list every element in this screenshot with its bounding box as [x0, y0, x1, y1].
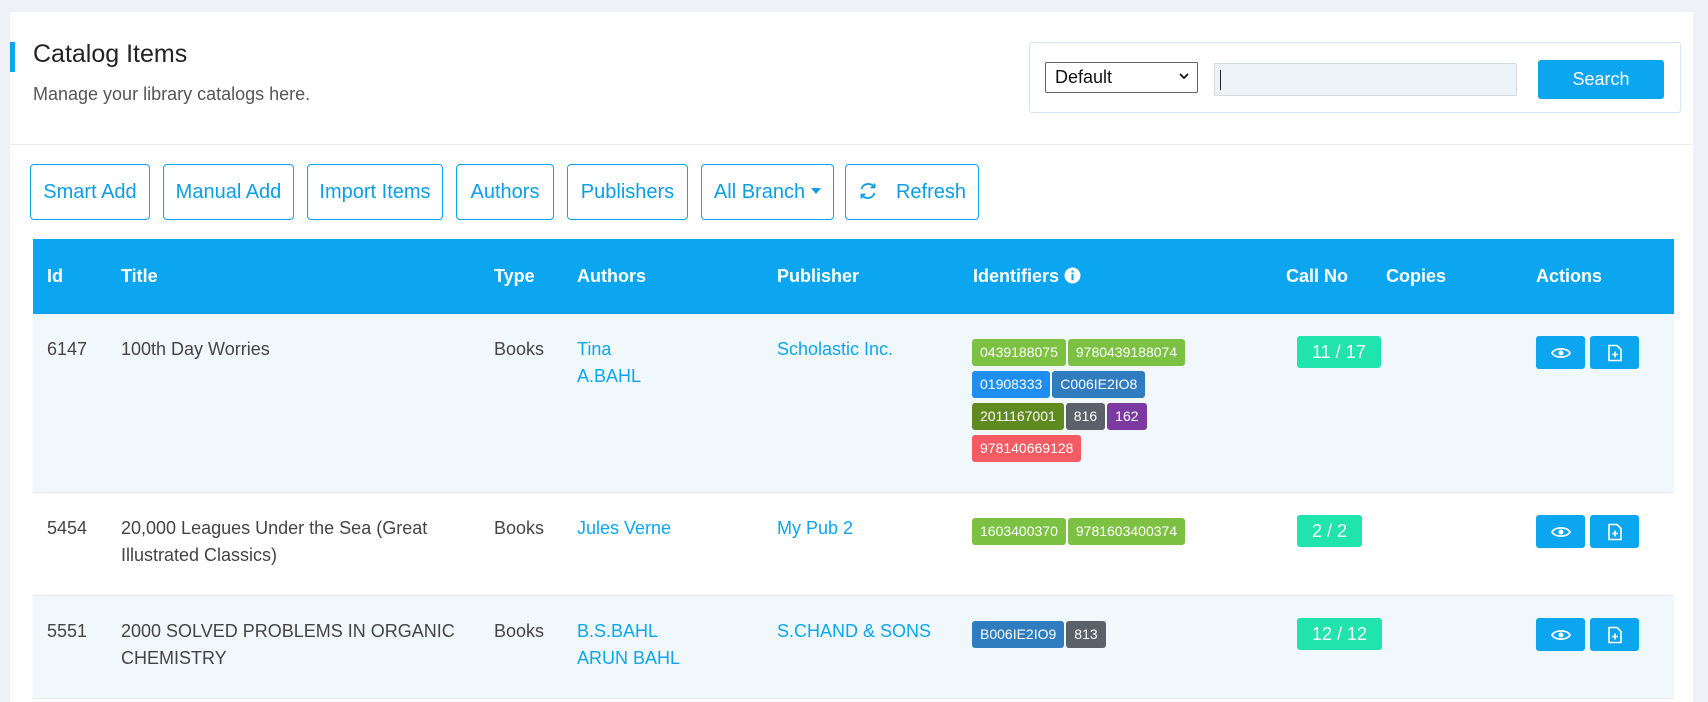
identifier-badge: 0439188075 — [972, 339, 1066, 366]
manual-add-label: Manual Add — [175, 181, 282, 203]
author-link[interactable]: A.BAHL — [577, 363, 641, 390]
identifier-badge: 9781603400374 — [1067, 518, 1186, 545]
identifier-badge: C006IE2IO8 — [1052, 371, 1146, 398]
copies-badge: 11 / 17 — [1297, 336, 1381, 368]
author-link[interactable]: B.S.BAHL — [577, 618, 680, 645]
col-type[interactable]: Type — [494, 239, 535, 314]
page-subtitle: Manage your library catalogs here. — [33, 84, 311, 104]
table-header: Id Title Type Authors Publisher Identifi… — [33, 239, 1674, 314]
file-plus-icon — [1607, 344, 1622, 361]
manual-add-button[interactable]: Manual Add — [163, 164, 294, 220]
refresh-label: Refresh — [895, 181, 967, 203]
search-button[interactable]: Search — [1538, 60, 1664, 99]
row-title-line: 100th Day Worries — [121, 339, 270, 359]
row-title[interactable]: 20,000 Leagues Under the Sea (Great Illu… — [121, 515, 427, 569]
row-authors: Tina A.BAHL — [577, 336, 641, 390]
import-items-label: Import Items — [319, 181, 431, 203]
all-branch-label: All Branch — [713, 181, 806, 203]
row-authors: B.S.BAHL ARUN BAHL — [577, 618, 680, 672]
publishers-button[interactable]: Publishers — [567, 164, 688, 220]
publishers-label: Publishers — [580, 181, 675, 203]
page-header: Catalog Items Manage your library catalo… — [10, 12, 1693, 145]
copies-badge: 2 / 2 — [1297, 515, 1363, 547]
identifier-badge: B006IE2IO9 — [972, 621, 1065, 648]
add-copy-button[interactable] — [1590, 618, 1639, 651]
row-id: 5454 — [47, 518, 88, 538]
text-cursor — [1220, 70, 1221, 90]
identifier-badge: 162 — [1107, 403, 1147, 430]
identifier-badges: 0439188075 9780439188074 01908333 C006IE2I… — [972, 339, 1232, 467]
author-link[interactable]: Jules Verne — [577, 515, 671, 542]
row-title-line: CHEMISTRY — [121, 648, 227, 668]
identifier-badge: 978140669128 — [972, 435, 1082, 462]
identifier-badge: 2011167001 — [972, 403, 1064, 430]
publisher-link[interactable]: S.CHAND & SONS — [777, 618, 931, 645]
table-row: 6147 100th Day Worries Books Tina A.BAHL… — [33, 314, 1674, 493]
view-button[interactable] — [1536, 515, 1585, 548]
add-copy-button[interactable] — [1590, 515, 1639, 548]
search-input[interactable] — [1214, 63, 1517, 96]
row-id: 6147 — [47, 339, 88, 359]
copies-badge: 12 / 12 — [1297, 618, 1383, 650]
col-call-no[interactable]: Call No — [1286, 239, 1348, 314]
file-plus-icon — [1607, 523, 1622, 540]
identifier-badges: B006IE2IO9 813 — [972, 621, 1232, 653]
publisher-link[interactable]: Scholastic Inc. — [777, 336, 893, 363]
eye-icon — [1550, 526, 1571, 537]
authors-label: Authors — [470, 181, 540, 203]
row-type: Books — [494, 339, 545, 359]
publisher-link[interactable]: My Pub 2 — [777, 515, 853, 542]
row-type: Books — [494, 621, 545, 641]
col-identifiers[interactable]: Identifiers — [973, 239, 1081, 314]
page-title: Catalog Items — [33, 40, 188, 68]
import-items-button[interactable]: Import Items — [307, 164, 443, 220]
add-copy-button[interactable] — [1590, 336, 1639, 369]
catalog-card: Catalog Items Manage your library catalo… — [10, 12, 1693, 702]
authors-button[interactable]: Authors — [456, 164, 554, 220]
view-button[interactable] — [1536, 336, 1585, 369]
search-panel: Default Search — [1029, 42, 1681, 113]
all-branch-dropdown[interactable]: All Branch — [701, 164, 834, 220]
identifier-badge: 9780439188074 — [1067, 339, 1186, 366]
table-row: 5551 2000 SOLVED PROBLEMS IN ORGANIC CHE… — [33, 596, 1674, 699]
col-id[interactable]: Id — [47, 239, 63, 314]
col-actions: Actions — [1536, 266, 1603, 286]
row-title-line: Illustrated Classics) — [121, 545, 278, 565]
refresh-icon — [860, 182, 876, 199]
table-row: 5454 20,000 Leagues Under the Sea (Great… — [33, 493, 1674, 596]
col-title[interactable]: Title — [121, 239, 158, 314]
row-title[interactable]: 2000 SOLVED PROBLEMS IN ORGANIC CHEMISTR… — [121, 618, 455, 672]
row-title-line: 20,000 Leagues Under the Sea (Great — [121, 518, 428, 538]
smart-add-label: Smart Add — [43, 181, 137, 203]
col-identifiers-label: Identifiers — [973, 266, 1060, 286]
author-link[interactable]: Tina — [577, 336, 641, 363]
row-authors: Jules Verne — [577, 515, 671, 542]
info-icon[interactable] — [1064, 267, 1081, 284]
identifier-badge: 813 — [1066, 621, 1106, 648]
eye-icon — [1550, 629, 1571, 640]
title-accent-bar — [10, 42, 15, 72]
caret-down-icon — [811, 187, 822, 194]
identifier-badge: 1603400370 — [972, 518, 1066, 545]
identifier-badges: 1603400370 9781603400374 — [972, 518, 1232, 550]
identifier-badge: 816 — [1065, 403, 1106, 430]
search-select-value: Default — [1055, 67, 1113, 87]
col-copies[interactable]: Copies — [1386, 239, 1446, 314]
catalog-table: Id Title Type Authors Publisher Identifi… — [33, 239, 1674, 699]
row-title-line: 2000 SOLVED PROBLEMS IN ORGANIC — [121, 621, 455, 641]
smart-add-button[interactable]: Smart Add — [30, 164, 150, 220]
refresh-button[interactable]: Refresh — [845, 164, 979, 220]
file-plus-icon — [1607, 626, 1622, 643]
col-authors[interactable]: Authors — [577, 239, 646, 314]
view-button[interactable] — [1536, 618, 1585, 651]
author-link[interactable]: ARUN BAHL — [577, 645, 680, 672]
row-id: 5551 — [47, 621, 88, 641]
search-field-select[interactable]: Default — [1045, 62, 1198, 93]
col-publisher[interactable]: Publisher — [777, 239, 859, 314]
eye-icon — [1550, 347, 1571, 358]
row-type: Books — [494, 518, 545, 538]
identifier-badge: 01908333 — [972, 371, 1051, 398]
row-title[interactable]: 100th Day Worries — [121, 336, 270, 363]
chevron-down-icon — [1179, 73, 1189, 80]
